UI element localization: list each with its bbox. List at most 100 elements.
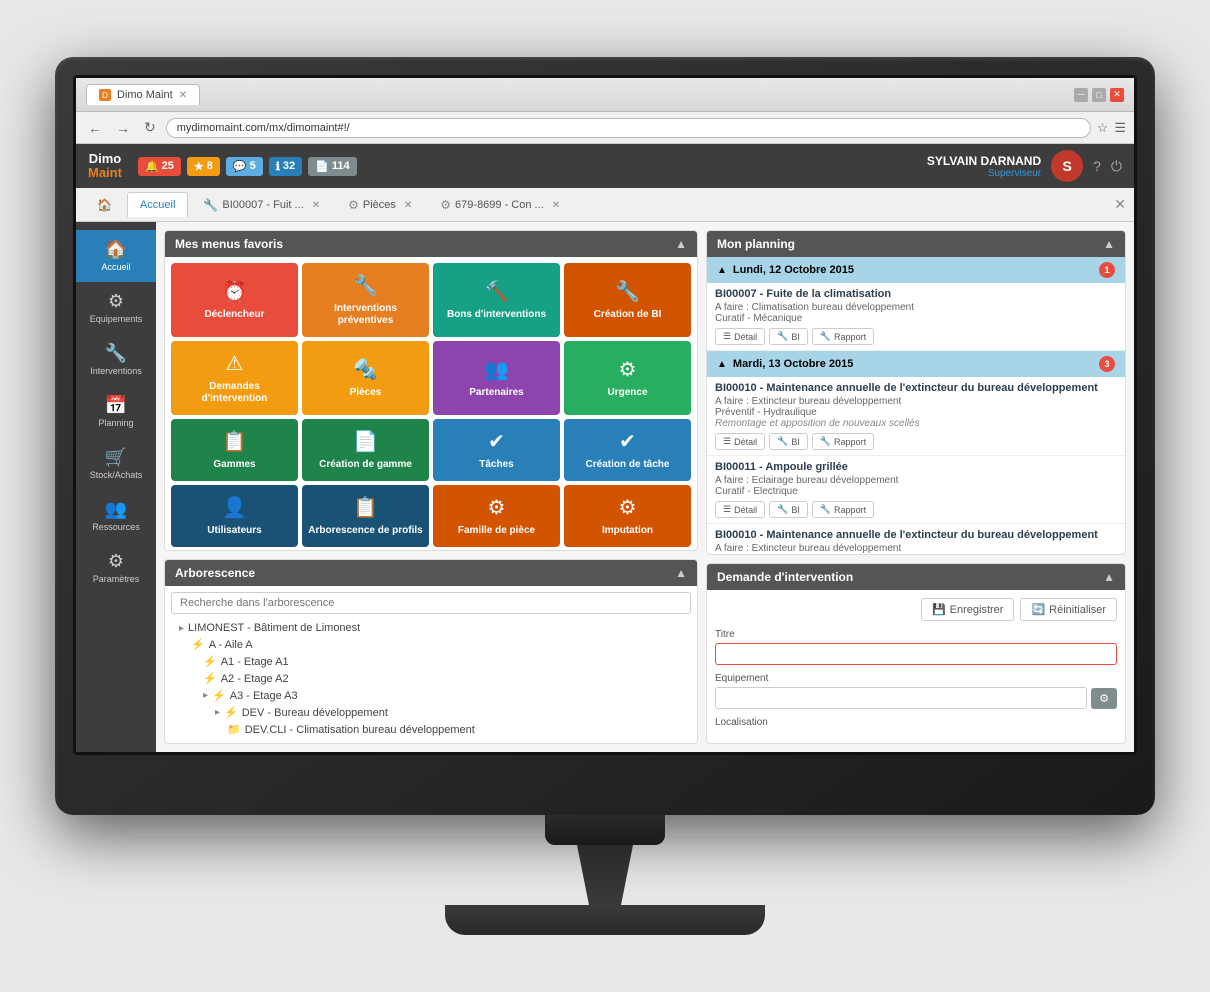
badge-info[interactable]: ℹ 32: [269, 157, 302, 176]
equipement-search-button[interactable]: ⚙: [1091, 688, 1117, 709]
bi00010a-bi-btn[interactable]: 🔧 BI: [769, 433, 808, 450]
forward-button[interactable]: →: [112, 118, 134, 138]
arborescence-title: Arborescence: [175, 566, 255, 580]
close-button[interactable]: ✕: [1110, 88, 1124, 102]
tuesday-collapse[interactable]: ▲: [717, 359, 727, 370]
fav-creation-tache[interactable]: ✔ Création de tâche: [564, 419, 691, 481]
address-bar[interactable]: mydimomaint.com/mx/dimomaint#!/: [166, 118, 1091, 138]
sidebar-item-stock[interactable]: 🛒 Stock/Achats: [76, 438, 156, 490]
tab-bi-close[interactable]: ✕: [312, 200, 320, 211]
favorites-collapse[interactable]: ▲: [675, 237, 687, 251]
menu-icon[interactable]: ☰: [1114, 120, 1126, 136]
fav-arborescence[interactable]: 📋 Arborescence de profils: [302, 485, 429, 547]
fav-demandes-icon: ⚠: [226, 351, 244, 376]
fav-creation-bi[interactable]: 🔧 Création de BI: [564, 263, 691, 337]
tab-bar-close[interactable]: ✕: [1114, 196, 1126, 213]
bi00011-line1: A faire : Eclairage bureau développement: [715, 475, 1117, 486]
bi00011-rapport-btn[interactable]: 🔧 Rapport: [812, 501, 874, 518]
fav-creation-gamme-label: Création de gamme: [319, 459, 412, 471]
fav-taches[interactable]: ✔ Tâches: [433, 419, 560, 481]
tree-item-limonest[interactable]: ▸ LIMONEST - Bâtiment de Limonest: [171, 620, 691, 636]
bi00007-bi-btn[interactable]: 🔧 BI: [769, 328, 808, 345]
fav-creation-tache-label: Création de tâche: [586, 459, 670, 471]
badge-messages[interactable]: 💬 5: [226, 157, 263, 176]
sidebar-home-icon: 🏠: [105, 240, 127, 258]
tree-bolt-a3-icon: ⚡: [212, 689, 226, 702]
fav-bons-interv[interactable]: 🔨 Bons d'interventions: [433, 263, 560, 337]
refresh-button[interactable]: ↻: [140, 117, 160, 138]
planning-day-tuesday: ▲ Mardi, 13 Octobre 2015 3: [707, 351, 1125, 377]
tree-arrow-icon: ▸: [179, 623, 184, 634]
browser-tab[interactable]: D Dimo Maint ✕: [86, 84, 200, 105]
sidebar-item-parametres[interactable]: ⚙ Paramètres: [76, 542, 156, 594]
fav-famille-piece[interactable]: ⚙ Famille de pièce: [433, 485, 560, 547]
browser-chrome: D Dimo Maint ✕ － □ ✕ ← → ↻ mydimomai: [76, 78, 1134, 144]
arborescence-collapse[interactable]: ▲: [675, 566, 687, 580]
arborescence-search[interactable]: [171, 592, 691, 614]
fav-utilisateurs[interactable]: 👤 Utilisateurs: [171, 485, 298, 547]
sidebar-item-ressources[interactable]: 👥 Ressources: [76, 490, 156, 542]
bi00010a-line1: A faire : Extincteur bureau développemen…: [715, 396, 1117, 407]
fav-pieces[interactable]: 🔩 Pièces: [302, 341, 429, 415]
fav-demandes[interactable]: ⚠ Demandes d'intervention: [171, 341, 298, 415]
fav-imputation[interactable]: ⚙ Imputation: [564, 485, 691, 547]
sidebar-item-equipements[interactable]: ⚙ Equipements: [76, 282, 156, 334]
enregistrer-button[interactable]: 💾 Enregistrer: [921, 598, 1015, 621]
minimize-button[interactable]: －: [1074, 88, 1088, 102]
fav-gammes[interactable]: 📋 Gammes: [171, 419, 298, 481]
tab-679[interactable]: ⚙ 679-8699 - Con ... ✕: [427, 191, 573, 218]
tab-bi00007[interactable]: 🔧 BI00007 - Fuit ... ✕: [190, 191, 333, 218]
fav-partenaires[interactable]: 👥 Partenaires: [433, 341, 560, 415]
tree-item-dev[interactable]: ▸ ⚡ DEV - Bureau développement: [171, 704, 691, 721]
fav-utilisateurs-icon: 👤: [222, 495, 247, 520]
panel-left: Mes menus favoris ▲ ⏰ Déclencheur: [164, 230, 698, 744]
tab-pieces[interactable]: ⚙ Pièces ✕: [335, 191, 425, 218]
bi00010a-detail-btn[interactable]: ☰ Détail: [715, 433, 765, 450]
tree-arrow-dev-icon: ▸: [215, 707, 220, 718]
sidebar-item-planning[interactable]: 📅 Planning: [76, 386, 156, 438]
bi00007-rapport-btn[interactable]: 🔧 Rapport: [812, 328, 874, 345]
tree-item-a2[interactable]: ⚡ A2 - Etage A2: [171, 670, 691, 687]
fav-declencheur[interactable]: ⏰ Déclencheur: [171, 263, 298, 337]
fav-creation-gamme-icon: 📄: [353, 429, 378, 454]
badge-notifications[interactable]: 🔔 25: [138, 157, 181, 176]
user-role: Superviseur: [927, 168, 1041, 179]
back-button[interactable]: ←: [84, 118, 106, 138]
bi00007-line1: A faire : Climatisation bureau développe…: [715, 302, 1117, 313]
tab-home[interactable]: 🏠: [84, 191, 125, 218]
tab-679-close[interactable]: ✕: [552, 200, 560, 211]
power-icon[interactable]: ⏻: [1111, 158, 1122, 175]
reinitialiser-button[interactable]: 🔄 Réinitialiser: [1020, 598, 1117, 621]
fav-urgence[interactable]: ⚙ Urgence: [564, 341, 691, 415]
planning-collapse[interactable]: ▲: [1103, 237, 1115, 251]
tree-item-a3[interactable]: ▸ ⚡ A3 - Etage A3: [171, 687, 691, 704]
fav-interventions-prev[interactable]: 🔧 Interventions préventives: [302, 263, 429, 337]
tuesday-badge: 3: [1099, 356, 1115, 372]
badge-favorites[interactable]: ★ 8: [187, 157, 220, 176]
bi00010a-rapport-btn[interactable]: 🔧 Rapport: [812, 433, 874, 450]
titre-input[interactable]: [715, 643, 1117, 665]
fav-creation-gamme[interactable]: 📄 Création de gamme: [302, 419, 429, 481]
tab-accueil[interactable]: Accueil: [127, 192, 188, 217]
help-icon[interactable]: ?: [1093, 158, 1101, 175]
tree-item-ailea[interactable]: ⚡ A - Aile A: [171, 636, 691, 653]
maximize-button[interactable]: □: [1092, 88, 1106, 102]
badge-docs[interactable]: 📄 114: [308, 157, 356, 176]
equipement-input[interactable]: [715, 687, 1087, 709]
tree-item-a1[interactable]: ⚡ A1 - Etage A1: [171, 653, 691, 670]
monday-collapse[interactable]: ▲: [717, 265, 727, 276]
sidebar-item-interventions[interactable]: 🔧 Interventions: [76, 334, 156, 386]
tree-item-devcli[interactable]: 📁 DEV.CLI - Climatisation bureau dévelop…: [171, 721, 691, 738]
bi00010b-line1: A faire : Extincteur bureau développemen…: [715, 543, 1117, 554]
planning-item-bi00010b: BI00010 - Maintenance annuelle de l'exti…: [707, 524, 1125, 555]
tab-pieces-close[interactable]: ✕: [404, 200, 412, 211]
monitor-bezel: D Dimo Maint ✕ － □ ✕ ← → ↻ mydimomai: [55, 57, 1155, 815]
sidebar-item-accueil[interactable]: 🏠 Accueil: [76, 230, 156, 282]
browser-tab-close[interactable]: ✕: [179, 90, 187, 101]
bi00007-detail-btn[interactable]: ☰ Détail: [715, 328, 765, 345]
bi00011-bi-btn[interactable]: 🔧 BI: [769, 501, 808, 518]
bi00011-detail-btn[interactable]: ☰ Détail: [715, 501, 765, 518]
fav-pieces-label: Pièces: [350, 387, 382, 399]
demande-collapse[interactable]: ▲: [1103, 570, 1115, 584]
tree-view: ▸ LIMONEST - Bâtiment de Limonest ⚡ A - …: [171, 620, 691, 738]
